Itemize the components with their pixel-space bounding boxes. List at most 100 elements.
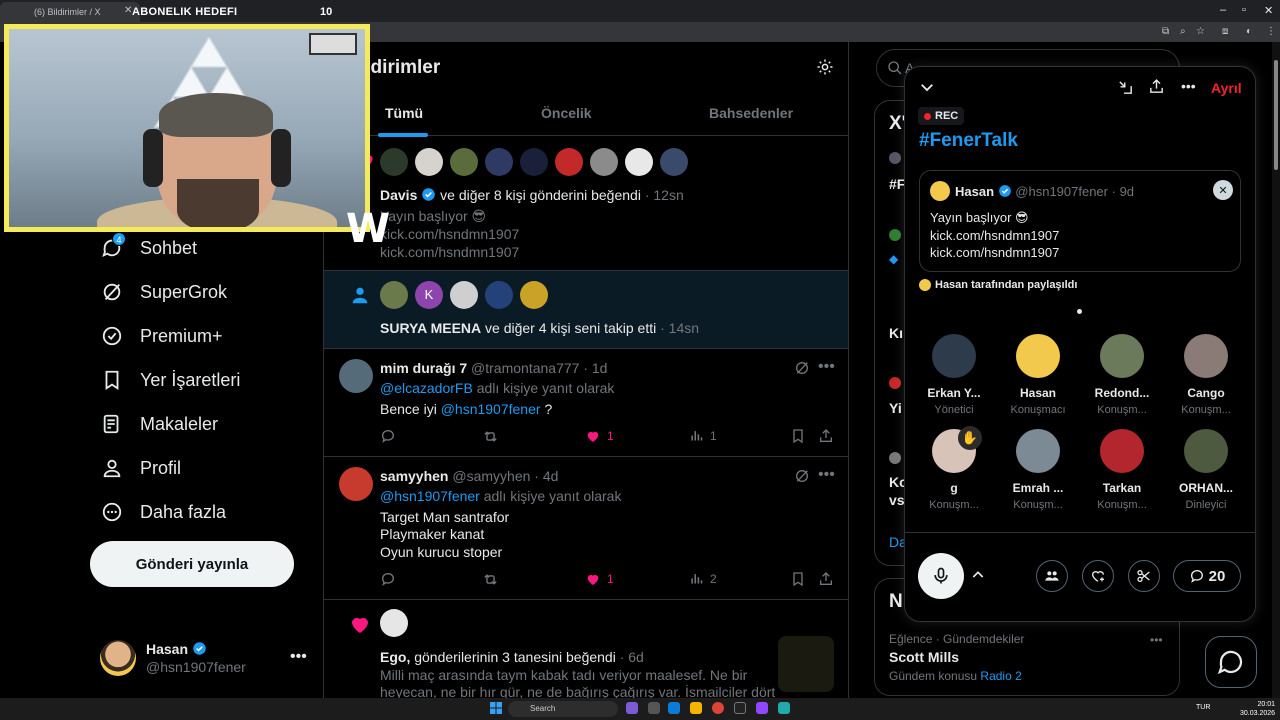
follower-avatar[interactable] [380, 281, 408, 309]
scrollbar-thumb[interactable] [1274, 60, 1278, 170]
participant[interactable]: Emrah ... Konuşm... [998, 429, 1078, 511]
liker-avatar[interactable] [450, 148, 478, 176]
share-action[interactable] [818, 571, 834, 587]
grok-explain-icon[interactable] [794, 360, 810, 381]
messages-fab[interactable] [1205, 636, 1257, 688]
participant[interactable]: Erkan Y... Yönetici [914, 334, 994, 416]
reply-author-avatar[interactable] [339, 467, 373, 501]
window-close-icon[interactable]: ✕ [1264, 4, 1273, 17]
minimize-space-icon[interactable] [1117, 79, 1134, 101]
nav-item-bookmarks[interactable]: Yer İşaretleri [100, 365, 240, 395]
post-more-icon[interactable]: ••• [818, 466, 835, 484]
taskbar-app-icon[interactable] [756, 702, 768, 714]
profile-menu-icon[interactable]: ◐ [1246, 26, 1252, 37]
bookmark-action[interactable] [790, 571, 806, 587]
follower-avatar[interactable] [450, 281, 478, 309]
settings-gear-icon[interactable] [816, 58, 834, 81]
reply-to-mention[interactable]: @elcazadorFB [380, 380, 473, 396]
participant[interactable]: g Konuşm... [914, 429, 994, 511]
minimize-icon[interactable]: – [1220, 4, 1226, 16]
reply-action[interactable] [380, 571, 396, 587]
follow-notification[interactable] [324, 271, 848, 348]
reply-header[interactable]: mim durağı 7 @tramontana777 · 1d [380, 360, 607, 376]
views-action[interactable]: 2 [689, 571, 717, 586]
collapse-chevron-icon[interactable] [918, 78, 936, 101]
liker-avatar[interactable] [380, 148, 408, 176]
repost-action[interactable] [482, 571, 499, 588]
grok-explain-icon[interactable] [794, 468, 810, 489]
cast-icon[interactable]: ⧉ [1162, 26, 1169, 37]
react-button[interactable] [1082, 560, 1114, 592]
trend-sub-link[interactable]: Radio 2 [980, 669, 1021, 683]
ego-summary[interactable]: Ego, gönderilerinin 3 tanesini beğendi ·… [380, 649, 644, 665]
views-action[interactable]: 1 [689, 428, 717, 443]
maximize-icon[interactable]: ▫ [1242, 4, 1246, 16]
liker-avatar[interactable] [415, 148, 443, 176]
trend-more-icon[interactable]: ••• [1150, 633, 1163, 647]
browser-menu-icon[interactable]: ⋮ [1266, 26, 1276, 37]
follower-avatar[interactable] [520, 281, 548, 309]
trends-fragment[interactable]: Kı [889, 325, 903, 341]
liker-avatar[interactable] [660, 148, 688, 176]
account-name[interactable]: Hasan [146, 641, 207, 657]
share-action[interactable] [818, 428, 834, 444]
taskbar-app-icon[interactable] [690, 702, 702, 714]
trends-fragment[interactable]: vs [889, 492, 905, 508]
expand-chevron-icon[interactable] [970, 567, 986, 588]
tab-all[interactable]: Tümü [385, 105, 423, 121]
follower-avatar[interactable]: K [415, 281, 443, 309]
participant[interactable]: Cango Konuşm... [1166, 334, 1246, 416]
trends-fragment[interactable]: #F [889, 176, 905, 192]
taskbar-app-icon[interactable] [648, 702, 660, 714]
zoom-icon[interactable]: ⌕ [1180, 26, 1186, 37]
liker-avatar[interactable] [520, 148, 548, 176]
bookmark-action[interactable] [790, 428, 806, 444]
participant[interactable]: Hasan Konuşmacı [998, 334, 1078, 416]
pinned-author-avatar[interactable] [930, 181, 950, 201]
liker-avatar[interactable] [590, 148, 618, 176]
tab-mentions[interactable]: Bahsedenler [709, 105, 793, 121]
account-avatar[interactable] [100, 640, 136, 676]
like-summary[interactable]: Davis ve diğer 8 kişi gönderini beğendi … [380, 187, 684, 203]
leave-space-button[interactable]: Ayrıl [1211, 80, 1242, 96]
taskbar-app-icon[interactable] [734, 702, 746, 714]
taskbar-app-icon[interactable] [626, 702, 638, 714]
comments-button[interactable]: 20 [1173, 560, 1241, 592]
taskbar-clock[interactable]: 20:01 30.03.2026 [1240, 700, 1275, 718]
taskbar-search[interactable]: Search [508, 701, 618, 717]
participant[interactable]: Tarkan Konuşm... [1082, 429, 1162, 511]
browser-tab[interactable]: (6) Bildirimler / X [0, 2, 140, 22]
microphone-button[interactable] [918, 553, 964, 599]
post-more-icon[interactable]: ••• [818, 358, 835, 376]
liker-avatar[interactable] [485, 148, 513, 176]
liker-avatar[interactable] [380, 609, 408, 637]
liker-avatar[interactable] [555, 148, 583, 176]
nav-item-articles[interactable]: Makaleler [100, 409, 218, 439]
windows-start-icon[interactable] [490, 701, 502, 714]
nav-item-premium[interactable]: Premium+ [100, 321, 223, 351]
nav-item-supergrok[interactable]: SuperGrok [100, 277, 227, 307]
tab-priority[interactable]: Öncelik [541, 105, 592, 121]
language-indicator[interactable]: TUR [1196, 704, 1210, 711]
repost-action[interactable] [482, 428, 499, 445]
follower-avatar[interactable] [485, 281, 513, 309]
share-space-icon[interactable] [1148, 78, 1165, 100]
like-action[interactable]: 1 [585, 571, 614, 587]
nav-item-profile[interactable]: Profil [100, 453, 181, 483]
taskbar-app-icon[interactable] [668, 702, 680, 714]
reply-author-avatar[interactable] [339, 359, 373, 393]
extensions-icon[interactable]: ⧈ [1222, 26, 1228, 37]
unpin-close-icon[interactable]: ✕ [1213, 180, 1233, 200]
reply-to-mention[interactable]: @hsn1907fener [380, 488, 480, 504]
taskbar-app-icon[interactable] [778, 702, 790, 714]
liker-avatar[interactable] [625, 148, 653, 176]
account-more-icon[interactable]: ••• [290, 648, 307, 666]
follow-summary[interactable]: SURYA MEENA ve diğer 4 kişi seni takip e… [380, 320, 699, 336]
star-icon[interactable]: ☆ [1196, 26, 1205, 37]
participants-button[interactable] [1036, 560, 1068, 592]
post-button[interactable]: Gönderi yayınla [90, 541, 294, 587]
reply-action[interactable] [380, 428, 396, 444]
trends-fragment[interactable]: Yi [889, 400, 902, 416]
nav-item-more[interactable]: Daha fazla [100, 497, 226, 527]
trend-name[interactable]: Scott Mills [889, 649, 959, 665]
